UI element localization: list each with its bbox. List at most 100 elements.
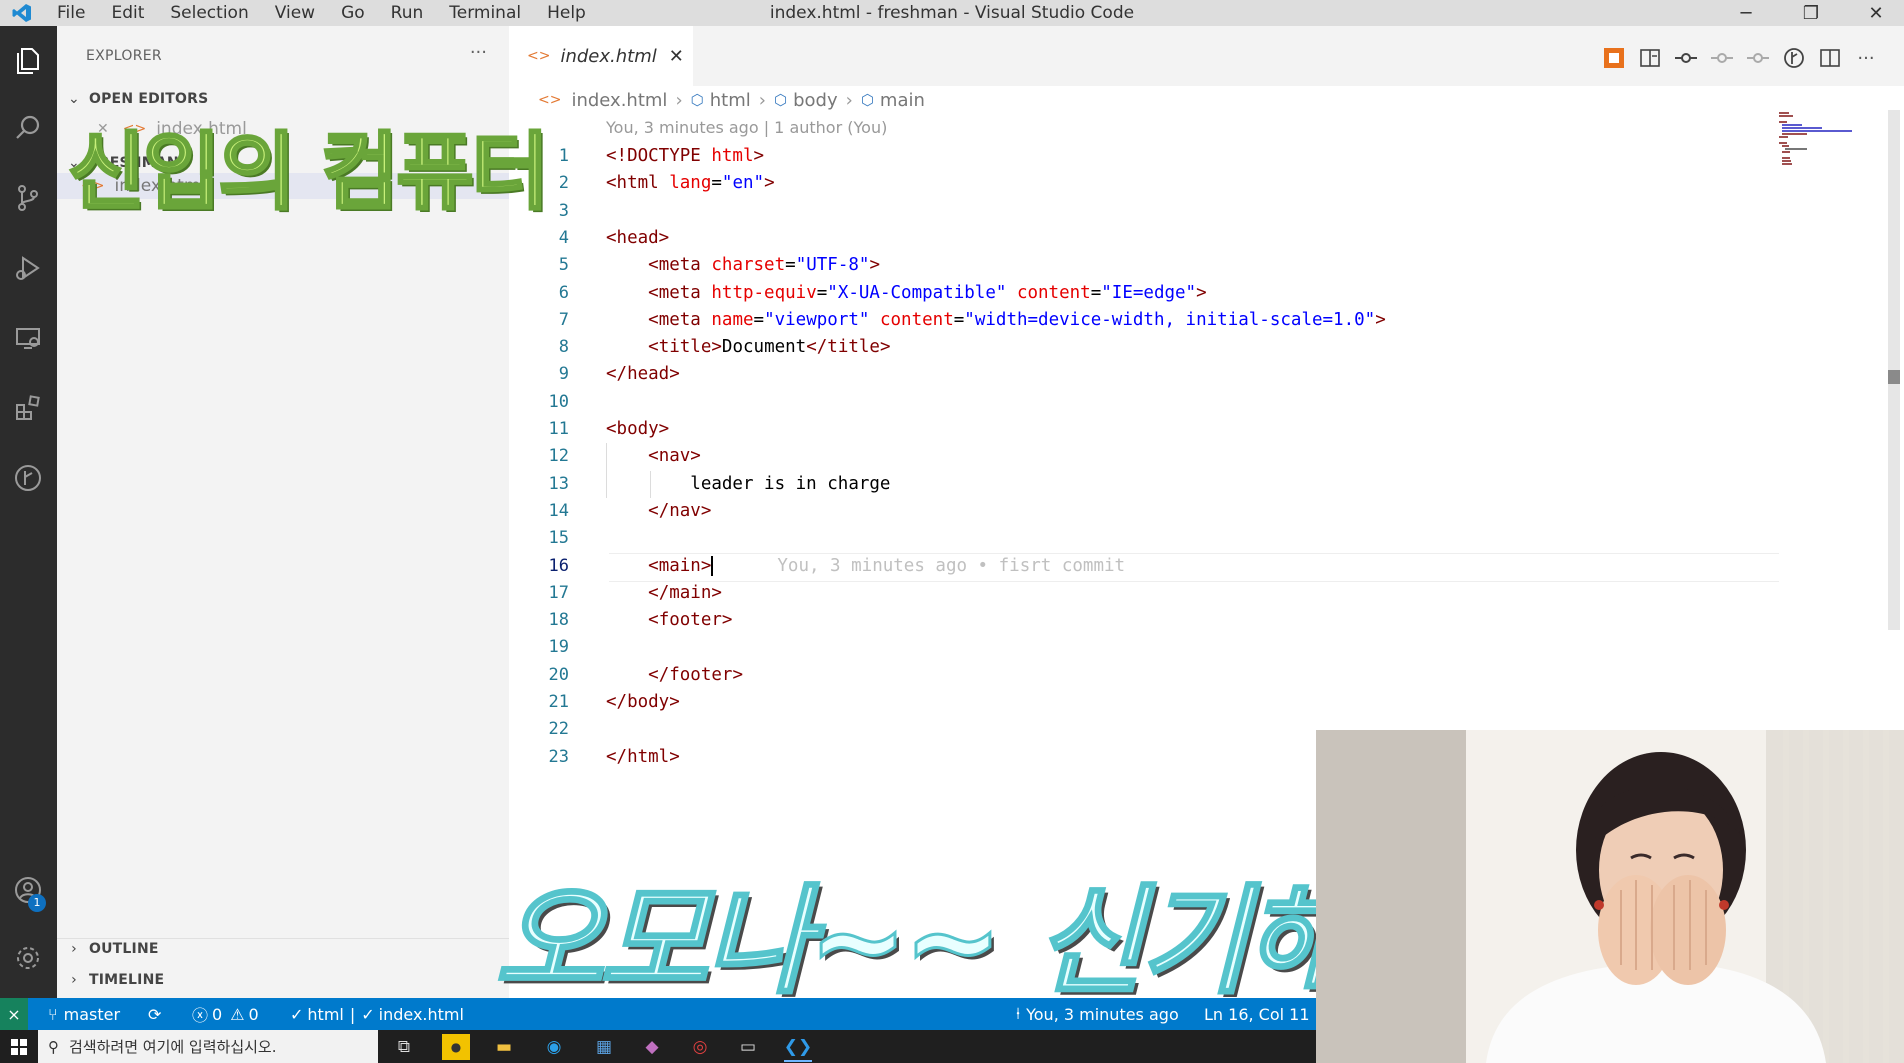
preview-icon[interactable] <box>1602 46 1626 70</box>
file-explorer-icon[interactable]: ▬ <box>490 1034 518 1060</box>
run-debug-icon[interactable] <box>10 250 46 286</box>
code-token: <title> <box>648 337 722 358</box>
search-icon[interactable] <box>10 110 46 146</box>
menu-terminal[interactable]: Terminal <box>436 3 534 23</box>
edge-icon[interactable]: ◉ <box>540 1034 568 1060</box>
extensions-icon[interactable] <box>10 390 46 426</box>
code-line[interactable]: 10 <box>509 389 1779 416</box>
breadcrumb-item[interactable]: main <box>880 90 925 111</box>
menu-run[interactable]: Run <box>378 3 437 23</box>
vscode-taskbar-icon[interactable]: ❮❯ <box>784 1034 812 1062</box>
code-line[interactable]: 2 <html lang="en"> <box>509 170 1779 197</box>
remote-explorer-icon[interactable] <box>10 320 46 356</box>
code-text: <meta name="viewport" content="width=dev… <box>606 307 1386 334</box>
code-token: html <box>711 146 754 166</box>
app-icon[interactable]: ◆ <box>638 1034 666 1060</box>
indent-guide <box>606 443 607 498</box>
codelens-blame[interactable]: You, 3 minutes ago | 1 author (You) <box>606 118 887 137</box>
code-token: "IE=edge" <box>1101 282 1197 303</box>
code-line[interactable]: 6 <meta http-equiv="X-UA-Compatible" con… <box>509 280 1779 307</box>
taskbar-search[interactable]: ⚲ 검색하려면 여기에 입력하십시오. <box>38 1030 378 1063</box>
code-line[interactable]: 17 </main> <box>509 580 1779 607</box>
html-language-check[interactable]: ✓ html | ✓ index.html <box>290 998 464 1030</box>
code-line[interactable]: 3 <box>509 198 1779 225</box>
code-line[interactable]: 19 <box>509 634 1779 661</box>
code-line[interactable]: 16 <main> You, 3 minutes ago • fisrt comm… <box>509 552 1779 582</box>
outline-section[interactable]: › OUTLINE <box>65 938 159 960</box>
timeline-section[interactable]: › TIMELINE <box>65 969 164 991</box>
code-line[interactable]: 12 <nav> <box>509 443 1779 470</box>
code-text: <meta charset="UTF-8"> <box>606 252 880 279</box>
menu-help[interactable]: Help <box>534 3 599 23</box>
menu-view[interactable]: View <box>262 3 328 23</box>
close-icon[interactable]: ✕ <box>1846 0 1904 26</box>
branch-indicator[interactable]: ⑂ master <box>48 998 120 1030</box>
code-line[interactable]: 9 </head> <box>509 361 1779 388</box>
code-line[interactable]: 21 </body> <box>509 689 1779 716</box>
terminal-icon[interactable]: ▭ <box>734 1034 762 1060</box>
calendar-icon[interactable]: ▦ <box>590 1034 618 1060</box>
previous-revision-icon[interactable] <box>1710 46 1734 70</box>
code-line[interactable]: 18 <footer> <box>509 607 1779 634</box>
line-number: 15 <box>548 528 569 549</box>
windows-start-icon[interactable] <box>0 1030 38 1063</box>
code-line[interactable]: 13 leader is in charge <box>509 471 1779 498</box>
code-token: </main> <box>648 582 722 603</box>
code-line[interactable]: 14 </nav> <box>509 498 1779 525</box>
code-line[interactable]: 20 </footer> <box>509 662 1779 689</box>
code-line[interactable]: 8 <title>Document</title> <box>509 334 1779 361</box>
sync-icon[interactable]: ⟳ <box>148 998 161 1030</box>
code-text: <footer> <box>606 607 732 634</box>
menu-file[interactable]: File <box>44 3 98 23</box>
code-line[interactable]: 15 <box>509 525 1779 552</box>
task-view-icon[interactable]: ⧉ <box>390 1034 418 1060</box>
code-token: </head> <box>606 364 680 385</box>
scrollbar-thumb[interactable] <box>1888 370 1900 384</box>
breadcrumb-item[interactable]: index.html <box>571 90 667 111</box>
check-icon: ✓ <box>361 1004 375 1024</box>
source-control-icon[interactable] <box>10 180 46 216</box>
open-preview-side-icon[interactable] <box>1638 46 1662 70</box>
kakaotalk-icon[interactable]: ● <box>442 1034 470 1060</box>
explorer-icon[interactable] <box>10 42 46 78</box>
restore-icon[interactable]: ❐ <box>1781 0 1841 26</box>
next-revision-icon[interactable] <box>1746 46 1770 70</box>
code-token: lang <box>669 173 712 194</box>
vertical-scrollbar[interactable] <box>1888 110 1900 630</box>
search-icon: ⚲ <box>48 1037 59 1056</box>
menu-edit[interactable]: Edit <box>98 3 157 23</box>
tab-index-html[interactable]: <> index.html ✕ <box>509 26 693 86</box>
code-line[interactable]: 1 <!DOCTYPE html> <box>509 143 1779 170</box>
code-token: <nav> <box>648 446 701 467</box>
menu-go[interactable]: Go <box>328 3 378 23</box>
code-line[interactable]: 7 <meta name="viewport" content="width=d… <box>509 307 1779 334</box>
menu-selection[interactable]: Selection <box>157 3 261 23</box>
more-actions-icon[interactable]: ··· <box>470 42 487 63</box>
breadcrumb-item[interactable]: html <box>710 90 751 111</box>
code-line[interactable]: 5 <meta charset="UTF-8"> <box>509 252 1779 279</box>
line-number: 7 <box>558 309 569 330</box>
gitlens-toggle-icon[interactable] <box>1782 46 1806 70</box>
remote-indicator-icon[interactable]: ⨯ <box>0 998 28 1030</box>
code-line[interactable]: 4 <head> <box>509 225 1779 252</box>
chevron-right-icon: › <box>675 89 683 111</box>
code-text: </main> <box>606 580 722 607</box>
gitlens-icon[interactable] <box>10 460 46 496</box>
text-cursor <box>711 555 714 576</box>
problems-indicator[interactable]: ⓧ 0 ⚠ 0 <box>192 998 259 1030</box>
chrome-icon[interactable]: ◎ <box>686 1034 714 1060</box>
more-actions-icon[interactable]: ··· <box>1854 46 1878 70</box>
code-token: = <box>953 309 965 330</box>
settings-gear-icon[interactable] <box>10 940 46 976</box>
minimap[interactable] <box>1777 110 1887 170</box>
close-tab-icon[interactable]: ✕ <box>669 46 684 67</box>
minimize-icon[interactable]: ─ <box>1716 0 1776 26</box>
breadcrumb-item[interactable]: body <box>793 90 838 111</box>
code-token: "width=device-width, initial-scale=1.0" <box>964 309 1376 330</box>
split-editor-icon[interactable] <box>1818 46 1842 70</box>
code-line[interactable]: 11 <body> <box>509 416 1779 443</box>
open-changes-icon[interactable] <box>1674 46 1698 70</box>
